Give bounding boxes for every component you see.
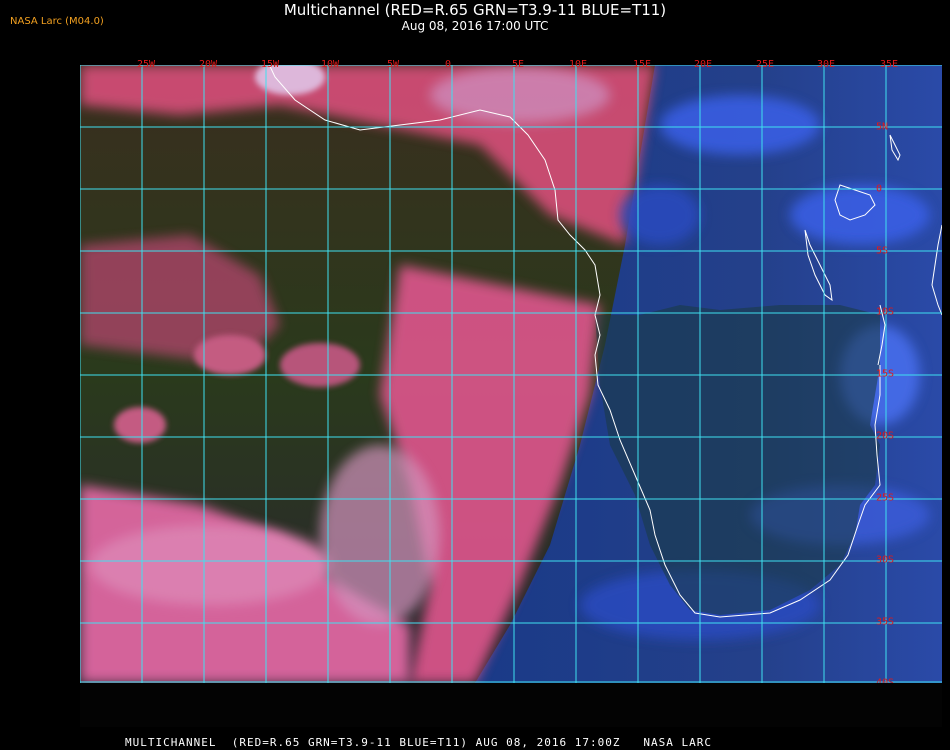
lon-label-20e: 20E — [693, 59, 713, 70]
lon-label-10e: 10E — [568, 59, 588, 70]
lon-label-25w: 25W — [136, 59, 156, 70]
lon-label-5e: 5E — [511, 59, 525, 70]
lat-label-5n: 5N — [876, 121, 889, 133]
lon-label-35e: 35E — [879, 59, 899, 70]
lat-label-10s: 10S — [876, 306, 895, 318]
lon-label-15w: 15W — [260, 59, 280, 70]
lon-label-15e: 15E — [632, 59, 652, 70]
lon-label-10w: 10W — [320, 59, 340, 70]
lat-label-15s: 15S — [876, 368, 895, 380]
lon-label-20w: 20W — [198, 59, 218, 70]
lon-label-25e: 25E — [755, 59, 775, 70]
footer-caption: MULTICHANNEL (RED=R.65 GRN=T3.9-11 BLUE=… — [125, 736, 712, 749]
lon-label-30e: 30E — [816, 59, 836, 70]
satellite-composite — [80, 65, 942, 683]
header-title: Multichannel (RED=R.65 GRN=T3.9-11 BLUE=… — [283, 1, 667, 19]
lat-label-5s: 5S — [876, 245, 889, 257]
bottom-band — [80, 683, 942, 727]
lat-label-0: 0 — [876, 183, 883, 195]
lat-label-25s: 25S — [876, 492, 895, 504]
lat-label-20s: 20S — [876, 430, 895, 442]
header-datetime: Aug 08, 2016 17:00 UTC — [401, 19, 549, 33]
satellite-image — [80, 65, 942, 683]
lat-label-35s: 35S — [876, 616, 895, 628]
lon-label-0: 0 — [444, 59, 452, 70]
lon-label-5w: 5W — [386, 59, 400, 70]
lat-label-30s: 30S — [876, 554, 895, 566]
source-label: NASA Larc (M04.0) — [10, 16, 104, 27]
